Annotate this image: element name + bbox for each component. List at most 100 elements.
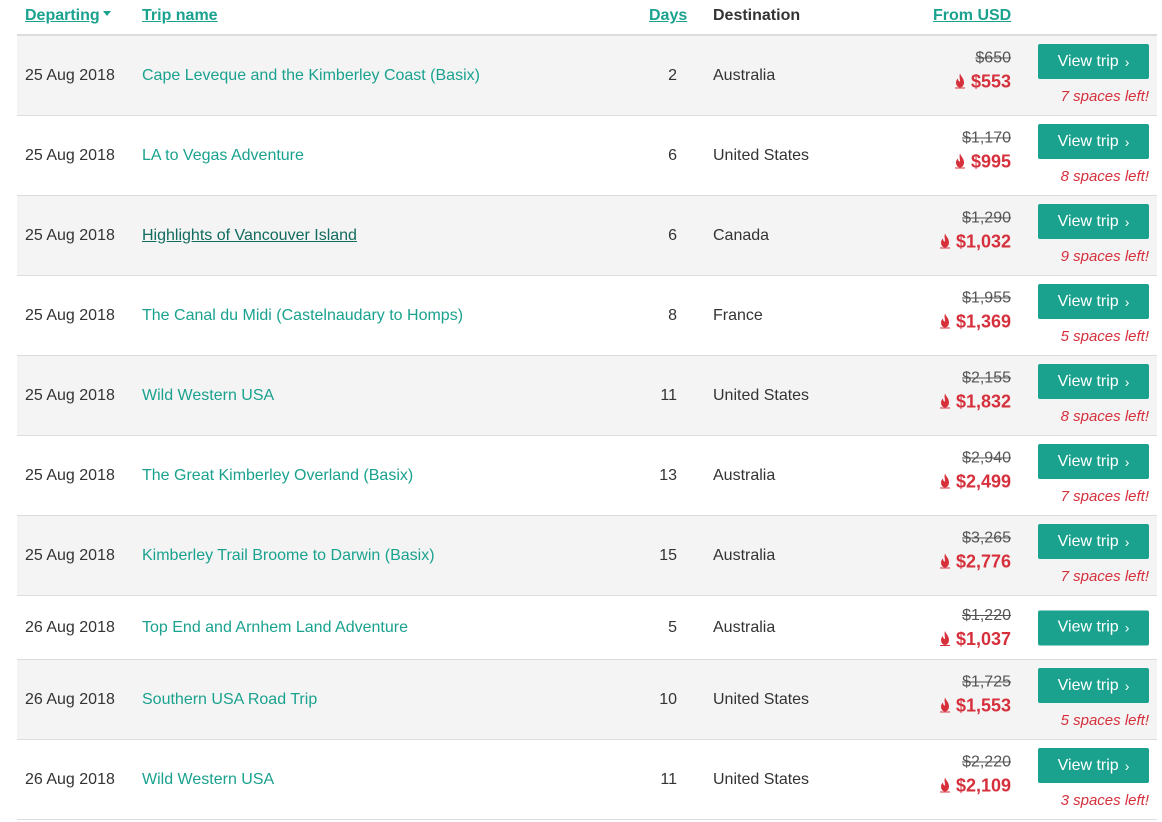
destination-header: Destination [713,7,801,24]
view-trip-button[interactable]: View trip › [1038,610,1149,645]
trips-table: Departing Trip name Days Destination Fro… [17,0,1157,820]
sale-price-value: $995 [970,150,1011,171]
sale-price: $2,776 [891,549,1011,573]
view-trip-button[interactable]: View trip › [1038,444,1149,479]
departure-date: 25 Aug 2018 [25,226,115,244]
flame-icon [954,72,965,88]
sale-price-value: $2,109 [955,774,1011,795]
view-trip-button[interactable]: View trip › [1038,364,1149,399]
view-trip-label: View trip [1057,212,1119,230]
sort-trip-name[interactable]: Trip name [142,7,218,25]
sale-price: $1,037 [891,627,1011,651]
table-row: 25 Aug 2018 Cape Leveque and the Kimberle… [17,36,1157,116]
chevron-right-icon: › [1124,533,1130,550]
caret-down-icon [102,11,111,17]
spaces-left: 7 spaces left! [1060,488,1149,505]
price-block: $1,220 $1,037 [891,605,1011,651]
trip-name-link[interactable]: Southern USA Road Trip [142,690,317,710]
view-trip-label: View trip [1057,292,1119,310]
trip-name-link[interactable]: The Great Kimberley Overland (Basix) [142,466,413,486]
departing-label: Departing [25,7,100,24]
trip-destination: United States [713,386,810,404]
view-trip-button[interactable]: View trip › [1038,748,1149,783]
trip-days: 15 [659,546,677,564]
original-price: $650 [975,48,1011,66]
spaces-left: 5 spaces left! [1060,328,1149,345]
trip-days: 5 [668,618,677,636]
original-price: $1,220 [962,606,1011,624]
original-price: $1,290 [962,208,1011,226]
trip-name-link[interactable]: Highlights of Vancouver Island [142,226,357,246]
spaces-left: 7 spaces left! [1060,568,1149,585]
view-trip-label: View trip [1057,132,1119,150]
table-row: 26 Aug 2018 Southern USA Road Trip 10 Unite… [17,660,1157,740]
sale-price: $1,369 [891,309,1011,333]
table-row: 25 Aug 2018 Highlights of Vancouver Islan… [17,196,1157,276]
spaces-left: 3 spaces left! [1060,792,1149,809]
table-header: Departing Trip name Days Destination Fro… [17,0,1157,36]
table-row: 25 Aug 2018 The Canal du Midi (Castelnaud… [17,276,1157,356]
chevron-right-icon: › [1124,213,1130,230]
trip-destination: Canada [713,226,770,244]
sale-price-value: $2,776 [955,550,1011,571]
sale-price-value: $553 [970,70,1011,91]
trip-name-link[interactable]: Kimberley Trail Broome to Darwin (Basix) [142,546,435,566]
view-trip-button[interactable]: View trip › [1038,44,1149,79]
trip-days: 11 [660,770,677,788]
table-body: 25 Aug 2018 Cape Leveque and the Kimberle… [17,36,1157,820]
flame-icon [939,472,950,488]
sale-price-value: $1,553 [955,694,1011,715]
table-row: 25 Aug 2018 Kimberley Trail Broome to Dar… [17,516,1157,596]
spaces-left: 8 spaces left! [1060,408,1149,425]
sale-price-value: $1,369 [955,310,1011,331]
price-block: $1,955 $1,369 [891,287,1011,333]
spaces-left: 9 spaces left! [1060,248,1149,265]
trip-name-link[interactable]: LA to Vegas Adventure [142,146,304,166]
spaces-left: 7 spaces left! [1060,88,1149,105]
trip-destination: United States [713,770,810,788]
view-trip-button[interactable]: View trip › [1038,204,1149,239]
departure-date: 25 Aug 2018 [25,546,115,564]
view-trip-button[interactable]: View trip › [1038,524,1149,559]
flame-icon [939,312,950,328]
flame-icon [939,552,950,568]
trip-name-link[interactable]: The Canal du Midi (Castelnaudary to Homp… [142,306,463,326]
table-row: 25 Aug 2018 LA to Vegas Adventure 6 United … [17,116,1157,196]
view-trip-button[interactable]: View trip › [1038,124,1149,159]
flame-icon [939,392,950,408]
trip-name-link[interactable]: Top End and Arnhem Land Adventure [142,618,408,638]
view-trip-button[interactable]: View trip › [1038,284,1149,319]
view-trip-label: View trip [1057,618,1119,636]
departure-date: 25 Aug 2018 [25,66,115,84]
sale-price: $2,499 [891,469,1011,493]
trip-destination: Australia [713,618,776,636]
chevron-right-icon: › [1124,757,1130,774]
sale-price-value: $1,832 [955,390,1011,411]
chevron-right-icon: › [1124,619,1130,636]
trip-name-link[interactable]: Wild Western USA [142,386,274,406]
sale-price: $1,832 [891,389,1011,413]
sale-price: $1,032 [891,229,1011,253]
chevron-right-icon: › [1124,677,1130,694]
trip-days: 13 [659,466,677,484]
flame-icon [939,232,950,248]
trip-name-link[interactable]: Wild Western USA [142,770,274,790]
departure-date: 25 Aug 2018 [25,146,115,164]
original-price: $2,940 [962,448,1011,466]
spaces-left: 5 spaces left! [1060,712,1149,729]
departure-date: 26 Aug 2018 [25,690,115,708]
sort-from-usd[interactable]: From USD [933,7,1011,25]
table-row: 25 Aug 2018 Wild Western USA 11 United Stat… [17,356,1157,436]
view-trip-button[interactable]: View trip › [1038,668,1149,703]
trip-destination: Australia [713,66,776,84]
trip-destination: United States [713,690,810,708]
departure-date: 25 Aug 2018 [25,306,115,324]
sort-days[interactable]: Days [649,7,687,25]
view-trip-label: View trip [1057,52,1119,70]
price-block: $3,265 $2,776 [891,527,1011,573]
sale-price: $1,553 [891,693,1011,717]
sort-departing[interactable]: Departing [25,7,111,25]
trip-name-link[interactable]: Cape Leveque and the Kimberley Coast (Ba… [142,66,480,86]
price-block: $1,170 $995 [891,127,1011,173]
sale-price: $995 [891,149,1011,173]
